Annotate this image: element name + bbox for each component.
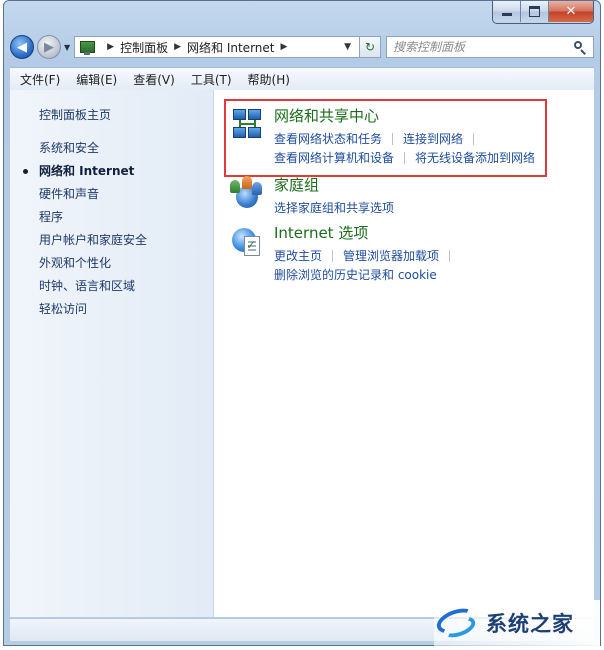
sidebar-item-clock-language-region[interactable]: 时钟、语言和区域 [39,275,213,298]
main-panel: 网络和共享中心 查看网络状态和任务 连接到网络 查看网络计算机和设备 将无线设备… [214,90,594,617]
task-separator [449,249,451,262]
category-internet-options: ✓ Internet 选项 更改主页 管理浏览器加载项 删除浏览的历史记录和 c… [230,224,460,284]
network-sharing-center-link[interactable]: 网络和共享中心 [274,107,535,125]
watermark-text: 系统之家 [486,612,574,636]
delete-browsing-history-link[interactable]: 删除浏览的历史记录和 cookie [274,266,437,283]
task-separator [392,132,394,145]
sidebar-item-programs[interactable]: 程序 [39,206,213,229]
back-arrow-icon: ◀ [17,39,27,55]
close-icon: ✕ [565,4,577,19]
task-line: 选择家庭组和共享选项 [274,198,394,217]
address-dropdown-icon[interactable]: ▼ [344,42,351,52]
category-body: Internet 选项 更改主页 管理浏览器加载项 删除浏览的历史记录和 coo… [274,224,460,284]
menu-bar: 文件(F) 编辑(E) 查看(V) 工具(T) 帮助(H) [10,67,594,91]
category-body: 网络和共享中心 查看网络状态和任务 连接到网络 查看网络计算机和设备 将无线设备… [274,107,535,167]
category-homegroup: 家庭组 选择家庭组和共享选项 [230,176,394,217]
refresh-icon: ↻ [364,40,376,54]
add-wireless-device-link[interactable]: 将无线设备添加到网络 [415,149,535,166]
internet-options-icon[interactable]: ✓ [230,224,264,258]
menu-edit[interactable]: 编辑(E) [76,71,117,88]
watermark-logo-icon [433,603,480,642]
sidebar-control-panel-home[interactable]: 控制面板主页 [39,104,213,127]
content-area: 控制面板主页 系统和安全 网络和 Internet 硬件和声音 程序 用户帐户和… [10,90,594,617]
address-bar[interactable]: ▶ 控制面板 ▶ 网络和 Internet ▶ ▼ [74,36,360,58]
connect-to-network-link[interactable]: 连接到网络 [403,130,463,147]
back-button[interactable]: ◀ [10,35,34,59]
sidebar-item-appearance[interactable]: 外观和个性化 [39,252,213,275]
menu-help[interactable]: 帮助(H) [248,71,290,88]
recent-pages-dropdown[interactable]: ▼ [64,43,70,52]
task-line: 查看网络状态和任务 连接到网络 [274,129,535,148]
change-home-page-link[interactable]: 更改主页 [274,247,322,264]
view-network-computers-link[interactable]: 查看网络计算机和设备 [274,149,394,166]
breadcrumb-control-panel[interactable]: 控制面板 [120,39,168,56]
search-box[interactable] [386,36,594,58]
internet-options-link[interactable]: Internet 选项 [274,224,460,242]
sidebar-item-label: 网络和 Internet [39,164,135,178]
sidebar-item-network-internet[interactable]: 网络和 Internet [23,160,213,183]
sidebar-item-system-security[interactable]: 系统和安全 [39,137,213,160]
task-separator [473,132,475,145]
category-network-sharing: 网络和共享中心 查看网络状态和任务 连接到网络 查看网络计算机和设备 将无线设备… [230,107,535,167]
sidebar-item-ease-of-access[interactable]: 轻松访问 [39,298,213,321]
sidebar-item-user-accounts[interactable]: 用户帐户和家庭安全 [39,229,213,252]
task-line: 更改主页 管理浏览器加载项 [274,246,460,265]
menu-view[interactable]: 查看(V) [133,71,175,88]
search-input[interactable] [393,40,573,54]
chevron-right-icon[interactable]: ▶ [107,42,114,52]
choose-homegroup-options-link[interactable]: 选择家庭组和共享选项 [274,199,394,216]
network-sharing-icon[interactable] [230,107,264,141]
navigation-row: ◀ ▶ ▼ ▶ 控制面板 ▶ 网络和 Internet ▶ ▼ ↻ [10,33,594,61]
chevron-right-icon[interactable]: ▶ [174,42,181,52]
menu-tools[interactable]: 工具(T) [191,71,232,88]
refresh-button[interactable]: ↻ [359,36,381,58]
category-body: 家庭组 选择家庭组和共享选项 [274,176,394,217]
maximize-button[interactable] [521,1,549,22]
current-item-bullet [23,169,28,174]
task-separator [332,249,334,262]
task-line: 删除浏览的历史记录和 cookie [274,265,460,284]
menu-file[interactable]: 文件(F) [20,71,60,88]
chevron-right-icon[interactable]: ▶ [280,42,287,52]
task-line: 查看网络计算机和设备 将无线设备添加到网络 [274,148,535,167]
forward-arrow-icon: ▶ [44,39,54,55]
search-icon[interactable] [573,40,587,54]
manage-add-ons-link[interactable]: 管理浏览器加载项 [343,247,439,264]
homegroup-link[interactable]: 家庭组 [274,176,394,194]
maximize-icon [529,6,540,17]
task-separator [404,151,406,164]
minimize-button[interactable] [493,1,521,22]
control-panel-window: ✕ ◀ ▶ ▼ ▶ 控制面板 ▶ 网络和 Internet ▶ ▼ ↻ 文件(F… [3,0,601,646]
breadcrumb-network-internet[interactable]: 网络和 Internet [187,39,274,56]
watermark: 系统之家 [433,600,600,646]
caption-buttons: ✕ [492,1,594,24]
control-panel-icon [79,40,96,55]
sidebar-item-hardware-sound[interactable]: 硬件和声音 [39,183,213,206]
close-button[interactable]: ✕ [549,1,593,22]
sidebar: 控制面板主页 系统和安全 网络和 Internet 硬件和声音 程序 用户帐户和… [10,90,214,617]
view-network-status-link[interactable]: 查看网络状态和任务 [274,130,382,147]
forward-button[interactable]: ▶ [37,35,61,59]
homegroup-icon[interactable] [230,176,264,210]
minimize-icon [501,13,512,16]
